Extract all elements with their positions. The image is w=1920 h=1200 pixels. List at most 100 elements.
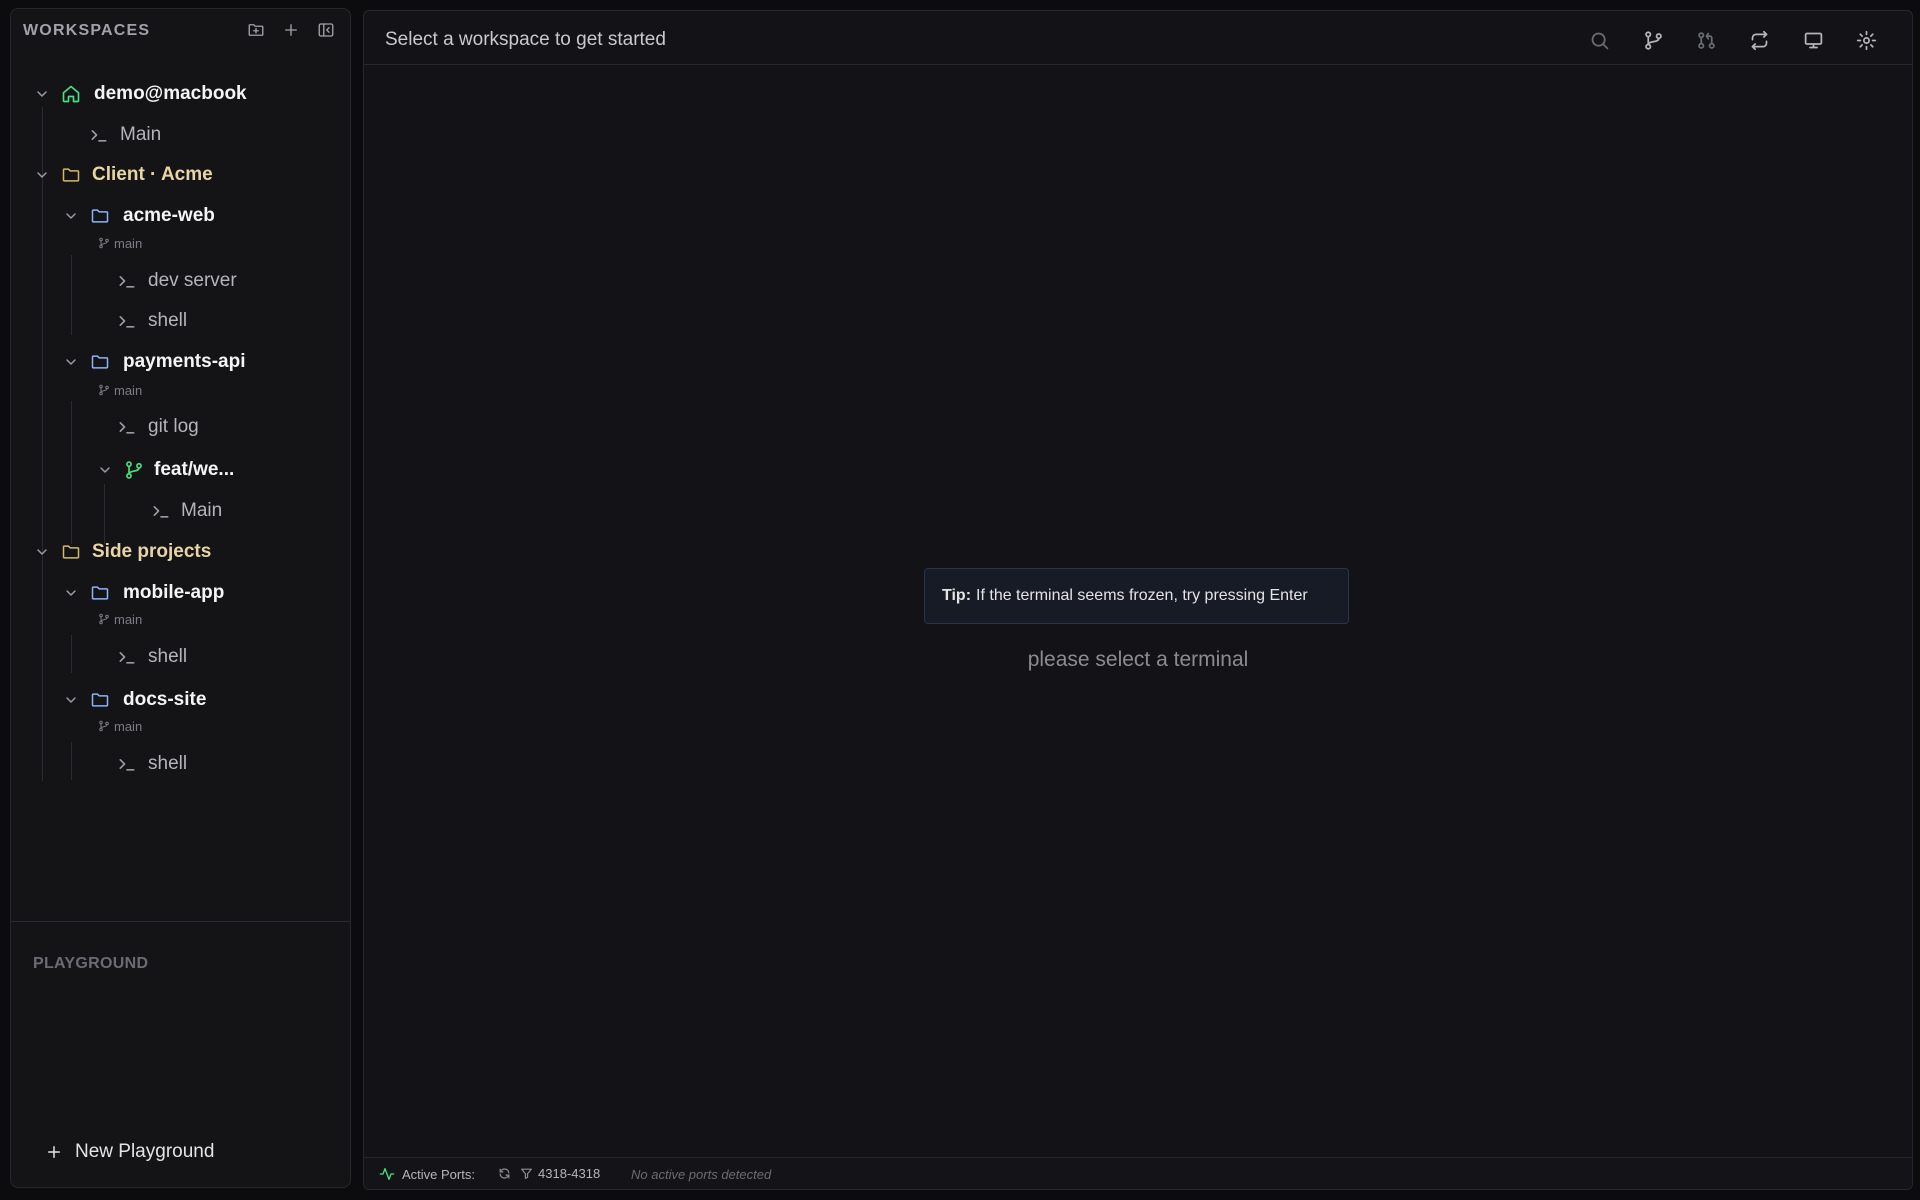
git-branch-icon (1644, 30, 1662, 50)
settings-button[interactable] (1854, 28, 1878, 52)
terminal-item-main[interactable]: Main (11, 496, 350, 526)
branch-button[interactable] (1641, 28, 1665, 52)
branch-name: main (114, 235, 143, 251)
terminal-label: shell (148, 310, 188, 331)
terminal-item-main[interactable]: Main (11, 120, 350, 150)
search-button[interactable] (1587, 28, 1611, 52)
sidebar-title: WORKSPACES (23, 22, 151, 39)
folder-icon (62, 545, 80, 559)
terminal-icon (119, 652, 135, 664)
main-panel: Select a workspace to get started Tip: I… (363, 10, 1913, 1190)
branch-name: main (114, 382, 143, 398)
chevron-down-icon (37, 91, 47, 97)
folder-plus-icon (248, 24, 264, 36)
filter-icon (521, 1168, 532, 1179)
chevron-down-icon (66, 213, 76, 219)
git-branch-icon (99, 613, 109, 625)
folder-icon (91, 586, 109, 600)
terminal-icon (119, 422, 135, 434)
terminal-item-shell[interactable]: shell (11, 749, 350, 779)
repeat-icon (1751, 30, 1767, 50)
repo-label: mobile-app (123, 582, 225, 603)
worktree-row[interactable]: feat/we... (11, 455, 350, 485)
host-label: demo@macbook (94, 83, 247, 104)
top-bar: Select a workspace to get started (364, 11, 1912, 65)
group-row-side-projects[interactable]: Side projects (11, 537, 350, 567)
group-label: Side projects (92, 541, 212, 562)
terminal-item-shell[interactable]: shell (11, 306, 350, 336)
branch-name: main (114, 718, 143, 734)
no-ports-message: No active ports detected (631, 1167, 772, 1182)
repo-branch: main (98, 611, 142, 627)
playground-title: PLAYGROUND (33, 955, 149, 972)
terminal-label: shell (148, 753, 188, 774)
chevron-down-icon (37, 549, 47, 555)
repo-label: acme-web (123, 205, 215, 226)
repo-row-acme-web[interactable]: acme-web (11, 201, 350, 231)
new-playground-button[interactable]: New Playground (45, 1137, 214, 1167)
repo-branch: main (98, 718, 142, 734)
repo-row-docs-site[interactable]: docs-site (11, 685, 350, 715)
activity-icon (379, 1168, 395, 1180)
new-folder-button[interactable] (245, 19, 267, 41)
terminal-item-shell[interactable]: shell (11, 642, 350, 672)
terminal-label: git log (148, 416, 199, 437)
chevron-down-icon (66, 590, 76, 596)
terminal-icon (153, 506, 169, 518)
repo-label: payments-api (123, 351, 246, 372)
collapse-sidebar-button[interactable] (315, 19, 337, 41)
empty-state-message: please select a terminal (1027, 648, 1249, 671)
host-workspace-row[interactable]: demo@macbook (11, 79, 350, 109)
git-pull-request-icon (1697, 31, 1715, 49)
active-ports: Active Ports: (379, 1166, 475, 1182)
terminal-icon (91, 130, 107, 142)
folder-icon (62, 168, 80, 182)
plus-icon (48, 1146, 60, 1158)
terminal-label: Main (120, 124, 162, 145)
chevron-down-icon (100, 467, 110, 473)
tip-box: Tip: If the terminal seems frozen, try p… (924, 568, 1349, 624)
refresh-ports-button[interactable] (497, 1166, 511, 1180)
worktree-label: feat/we... (154, 459, 235, 480)
git-branch-icon (99, 237, 109, 249)
chevron-down-icon (66, 359, 76, 365)
active-ports-label: Active Ports: (402, 1166, 475, 1182)
branch-name: main (114, 611, 143, 627)
pull-request-button[interactable] (1694, 28, 1718, 52)
sidebar-collapse-icon (318, 23, 334, 37)
git-branch-icon (126, 461, 142, 479)
add-workspace-button[interactable] (280, 19, 302, 41)
sidebar-header: WORKSPACES (11, 9, 350, 51)
sync-button[interactable] (1747, 28, 1771, 52)
group-row-client-acme[interactable]: Client · Acme (11, 160, 350, 190)
display-button[interactable] (1801, 28, 1825, 52)
repo-row-mobile-app[interactable]: mobile-app (11, 578, 350, 608)
terminal-item-dev-server[interactable]: dev server (11, 266, 350, 296)
tip-prefix: Tip: (942, 587, 972, 604)
repo-branch: main (98, 235, 142, 251)
terminal-label: dev server (148, 270, 237, 291)
group-label: Client · Acme (92, 164, 213, 185)
terminal-label: shell (148, 646, 188, 667)
port-filter[interactable]: 4318-4318 (520, 1166, 600, 1181)
repo-label: docs-site (123, 689, 207, 710)
terminal-icon (119, 316, 135, 328)
home-icon (62, 85, 80, 103)
repo-branch: main (98, 382, 142, 398)
monitor-icon (1804, 32, 1822, 48)
refresh-icon (499, 1167, 509, 1179)
repo-row-payments-api[interactable]: payments-api (11, 347, 350, 377)
tip-text: If the terminal seems frozen, try pressi… (976, 587, 1308, 604)
search-icon (1591, 32, 1608, 49)
plus-icon (285, 24, 297, 36)
chevron-down-icon (66, 697, 76, 703)
folder-icon (91, 355, 109, 369)
port-range: 4318-4318 (538, 1166, 601, 1181)
terminal-label: Main (181, 500, 223, 521)
terminal-item-git-log[interactable]: git log (11, 412, 350, 442)
git-branch-icon (99, 384, 109, 396)
sidebar-divider (11, 921, 350, 922)
workspace-sidebar: WORKSPACES demo@macbook Main Client · Ac… (10, 8, 351, 1188)
status-bar: Active Ports: 4318-4318 No active ports … (364, 1157, 1912, 1189)
folder-icon (91, 209, 109, 223)
